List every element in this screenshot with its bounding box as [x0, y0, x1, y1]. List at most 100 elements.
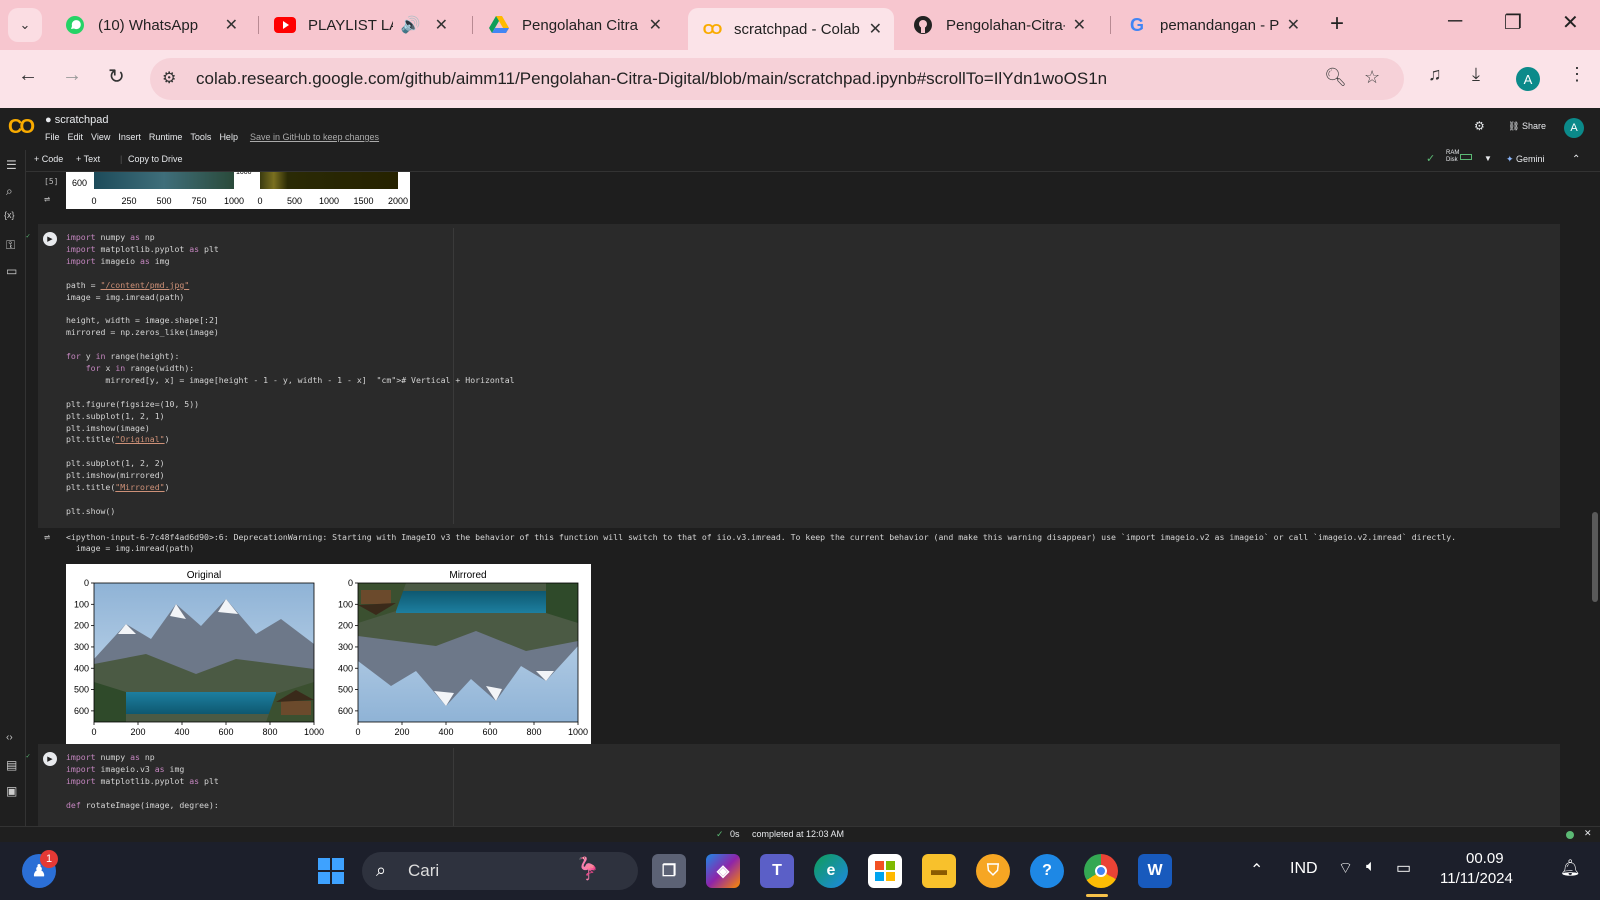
runtime-dropdown-icon[interactable]: ▼ — [1484, 154, 1492, 163]
code-line[interactable]: import numpy as np — [66, 752, 219, 764]
status-text[interactable]: completed at 12:03 AM — [752, 829, 844, 839]
run-cell-button[interactable]: ▶ — [43, 752, 57, 766]
code-line[interactable]: import imageio.v3 as img — [66, 764, 219, 776]
variables-icon[interactable]: {x} — [4, 210, 15, 220]
output-toggle-icon[interactable]: ⇌ — [44, 532, 50, 543]
menu-view[interactable]: View — [91, 132, 110, 142]
cell-source[interactable]: import numpy as np import imageio.v3 as i… — [66, 752, 219, 812]
download-icon[interactable]: ⤓ — [1472, 64, 1480, 85]
close-icon[interactable]: ✕ — [869, 19, 882, 39]
collapse-header-icon[interactable]: ⌃ — [1572, 154, 1580, 165]
code-line[interactable]: plt.subplot(1, 2, 2) — [66, 458, 515, 470]
site-info-icon[interactable]: ⚙ — [162, 68, 176, 88]
wifi-icon[interactable]: ⌔ — [1338, 858, 1353, 878]
menu-file[interactable]: File — [45, 132, 60, 142]
notebook-title[interactable]: scratchpad — [55, 114, 109, 126]
code-line[interactable] — [66, 387, 515, 399]
code-line[interactable]: plt.imshow(mirrored) — [66, 470, 515, 482]
menu-insert[interactable]: Insert — [118, 132, 141, 142]
clock-time[interactable]: 00.09 — [1466, 850, 1504, 867]
zoom-icon[interactable]: 🔍︎ — [1324, 67, 1347, 88]
menu-runtime[interactable]: Runtime — [149, 132, 183, 142]
vpn-app[interactable]: ⛉ — [976, 854, 1010, 888]
edge-app[interactable]: e — [814, 854, 848, 888]
close-icon[interactable]: ✕ — [649, 15, 662, 35]
start-button[interactable] — [314, 854, 348, 888]
minimize-button[interactable]: ─ — [1448, 10, 1462, 33]
code-line[interactable]: import numpy as np — [66, 232, 515, 244]
close-icon[interactable]: ✕ — [225, 15, 238, 35]
chrome-app[interactable] — [1084, 854, 1118, 888]
close-status-icon[interactable]: ✕ — [1584, 828, 1592, 839]
word-app[interactable]: W — [1138, 854, 1172, 888]
tab-github[interactable]: Pengolahan-Citra-D ✕ — [900, 8, 1098, 42]
close-window-button[interactable]: ✕ — [1562, 10, 1579, 35]
close-icon[interactable]: ✕ — [435, 15, 448, 35]
forward-button[interactable]: → — [62, 64, 82, 87]
menu-edit[interactable]: Edit — [68, 132, 84, 142]
back-button[interactable]: ← — [18, 64, 38, 87]
notebook-scrollbar[interactable] — [1592, 512, 1598, 602]
share-button[interactable]: ⛓ Share — [1508, 121, 1546, 132]
clock-date[interactable]: 11/11/2024 — [1440, 870, 1513, 887]
run-cell-button[interactable]: ▶ — [43, 232, 57, 246]
close-icon[interactable]: ✕ — [1073, 15, 1086, 35]
code-line[interactable]: import imageio as img — [66, 256, 515, 268]
code-line[interactable] — [66, 446, 515, 458]
notification-bell-icon[interactable]: 🔔︎ — [1560, 858, 1580, 878]
code-cell[interactable]: ▶ import numpy as np import matplotlib.py… — [38, 224, 1560, 528]
battery-icon[interactable]: ▭ — [1396, 858, 1411, 878]
code-line[interactable]: mirrored[y, x] = image[height - 1 - y, w… — [66, 375, 514, 387]
speaker-icon[interactable]: 🔊 — [401, 15, 421, 35]
code-line[interactable]: plt.show() — [66, 506, 515, 518]
code-line[interactable]: path = "/content/pmd.jpg" — [66, 280, 515, 292]
settings-gear-icon[interactable]: ⚙ — [1474, 119, 1485, 133]
reload-button[interactable]: ↻ — [108, 64, 125, 89]
code-line[interactable]: for x in range(width): — [66, 363, 515, 375]
code-snippets-icon[interactable]: ‹› — [6, 732, 13, 743]
code-line[interactable]: height, width = image.shape[:2] — [66, 315, 515, 327]
code-line[interactable]: plt.figure(figsize=(10, 5)) — [66, 399, 515, 411]
new-tab-button[interactable]: + — [1330, 10, 1344, 38]
code-cell[interactable]: ▶ import numpy as np import imageio.v3 as… — [38, 744, 1560, 826]
tab-google-search[interactable]: G pemandangan - Pe ✕ — [1114, 8, 1312, 42]
code-line[interactable]: image = img.imread(path) — [66, 292, 515, 304]
code-line[interactable] — [66, 494, 515, 506]
bookmark-star-icon[interactable]: ☆ — [1364, 67, 1380, 88]
command-palette-icon[interactable]: ▤ — [6, 758, 17, 772]
input-language[interactable]: IND — [1290, 860, 1318, 878]
url-text[interactable]: colab.research.google.com/github/aimm11/… — [196, 69, 1107, 89]
kebab-menu-icon[interactable]: ⋮ — [1568, 64, 1586, 85]
close-icon[interactable]: ✕ — [1287, 15, 1300, 35]
file-explorer-app[interactable]: ▬ — [922, 854, 956, 888]
tab-colab-active[interactable]: CO scratchpad - Colab ✕ — [688, 8, 894, 50]
copy-to-drive-button[interactable]: Copy to Drive — [128, 154, 183, 164]
colab-avatar[interactable]: A — [1564, 118, 1584, 138]
help-app[interactable]: ? — [1030, 854, 1064, 888]
code-line[interactable] — [66, 788, 219, 800]
ram-disk-indicator[interactable]: RAM Disk — [1446, 150, 1459, 164]
show-hidden-icons[interactable]: ⌃ — [1250, 860, 1263, 880]
code-line[interactable] — [66, 268, 515, 280]
copilot-app[interactable]: ◈ — [706, 854, 740, 888]
code-line[interactable]: mirrored = np.zeros_like(image) — [66, 327, 515, 339]
code-line[interactable]: plt.subplot(1, 2, 1) — [66, 411, 515, 423]
taskbar-search[interactable]: ⌕ Cari 🦩 — [362, 852, 638, 890]
teams-app[interactable]: T — [760, 854, 794, 888]
terminal-icon[interactable]: ▣ — [6, 784, 17, 798]
colab-logo[interactable]: CO — [8, 116, 35, 139]
restore-button[interactable]: ❐ — [1504, 10, 1522, 35]
tab-whatsapp[interactable]: (10) WhatsApp ✕ — [52, 8, 250, 42]
secrets-key-icon[interactable]: ⚿ — [6, 238, 15, 253]
volume-icon[interactable]: 🔈︎ — [1366, 858, 1376, 876]
add-code-button[interactable]: + Code — [34, 154, 63, 164]
code-line[interactable]: import matplotlib.pyplot as plt — [66, 776, 219, 788]
tab-search-button[interactable]: ⌄ — [8, 8, 42, 42]
tab-google-drive[interactable]: Pengolahan Citra D ✕ — [476, 8, 674, 42]
menu-help[interactable]: Help — [219, 132, 238, 142]
files-folder-icon[interactable]: ▭ — [6, 264, 17, 278]
task-view-app[interactable]: ❐ — [652, 854, 686, 888]
code-line[interactable]: plt.title("Mirrored") — [66, 482, 515, 494]
media-control-icon[interactable]: ♫ — [1428, 64, 1442, 85]
output-toggle-icon[interactable]: ⇌ — [44, 194, 50, 205]
